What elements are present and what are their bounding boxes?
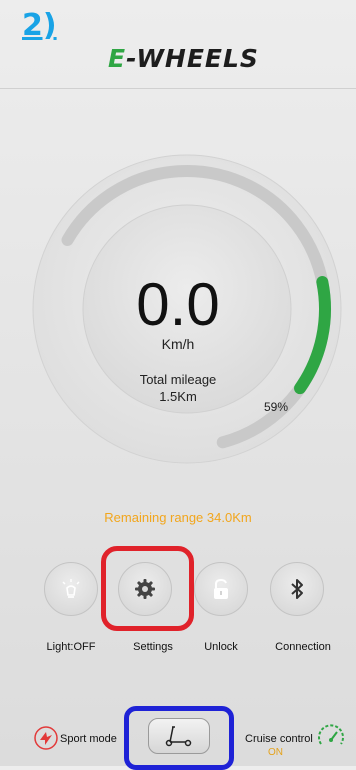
light-button[interactable] <box>44 562 98 616</box>
total-mileage-value: 1.5Km <box>159 389 197 404</box>
sport-mode-icon[interactable] <box>34 726 58 750</box>
unlock-icon <box>214 578 228 599</box>
unlock-button[interactable] <box>194 562 248 616</box>
connection-button[interactable] <box>270 562 324 616</box>
header-divider <box>0 88 356 89</box>
app-logo: E-WHEELS <box>108 44 259 73</box>
step-annotation-label: 2) <box>22 8 57 43</box>
bluetooth-icon <box>291 579 303 599</box>
light-icon <box>62 579 80 598</box>
remaining-range: Remaining range 34.0Km <box>104 510 252 525</box>
speed-unit: Km/h <box>161 336 195 352</box>
speed-value: 0.0 <box>136 271 220 338</box>
scooter-highlight-box <box>124 706 234 770</box>
cruise-control-status: ON <box>268 747 283 758</box>
light-label: Light:OFF <box>46 641 96 653</box>
battery-percent: 59% <box>264 400 289 414</box>
connection-label: Connection <box>275 641 331 653</box>
sport-mode-label[interactable]: Sport mode <box>60 733 117 745</box>
settings-highlight-box <box>101 546 194 631</box>
cruise-control-icon[interactable] <box>316 722 346 752</box>
unlock-label: Unlock <box>204 641 238 653</box>
cruise-control-label[interactable]: Cruise control <box>245 733 313 745</box>
total-mileage-label: Total mileage <box>139 372 217 387</box>
